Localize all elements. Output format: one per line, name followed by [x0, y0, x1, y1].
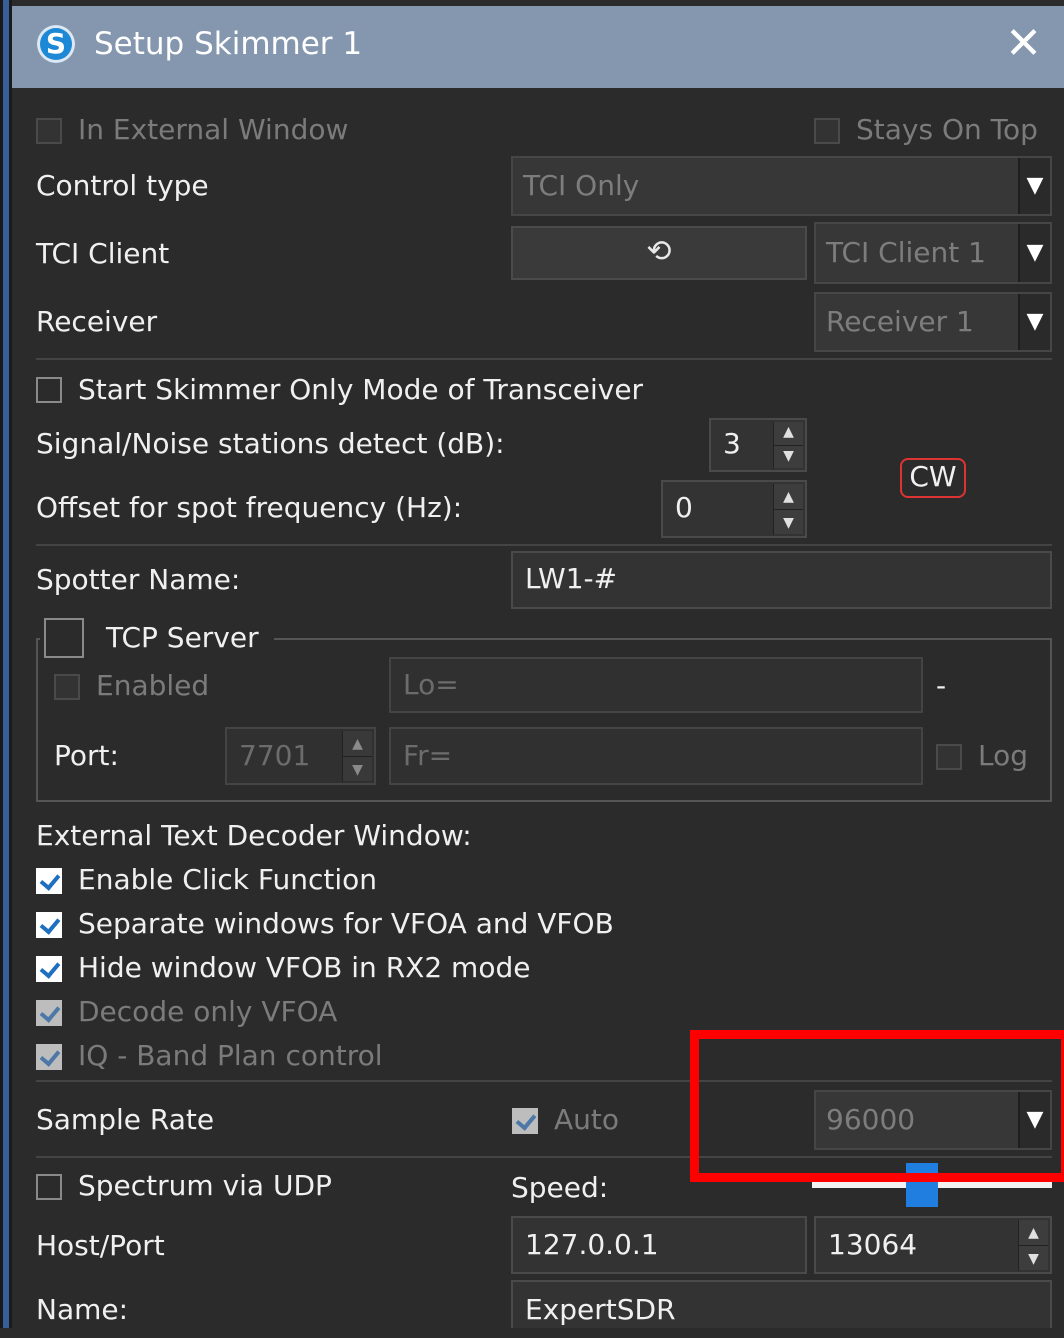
spin-up-icon[interactable]: ▲ — [773, 484, 803, 509]
desktop-strip — [3, 0, 9, 1328]
spin-down-icon[interactable]: ▼ — [1018, 1245, 1048, 1271]
receiver-value: Receiver 1 — [826, 305, 974, 338]
sample-rate-auto-label: Auto — [554, 1103, 620, 1136]
receiver-label: Receiver — [36, 305, 158, 338]
hide-vfob-label: Hide window VFOB in RX2 mode — [78, 951, 531, 984]
lo-filter-value: Lo= — [403, 668, 459, 701]
in-external-window-checkbox[interactable] — [36, 118, 62, 144]
lo-filter-input[interactable]: Lo= — [389, 657, 923, 713]
udp-host-input[interactable]: 127.0.0.1 — [511, 1216, 807, 1274]
snr-value: 3 — [723, 427, 741, 460]
udp-port-value: 13064 — [828, 1228, 918, 1261]
tcp-port-spinbox[interactable]: 7701 ▲ ▼ — [225, 727, 376, 785]
sample-rate-label: Sample Rate — [36, 1103, 215, 1136]
fr-filter-input[interactable]: Fr= — [389, 727, 923, 785]
host-port-label: Host/Port — [36, 1229, 165, 1262]
receiver-select[interactable]: Receiver 1 ▼ — [814, 292, 1052, 352]
chevron-down-icon: ▼ — [1018, 294, 1050, 350]
decode-only-vfoa-label: Decode only VFOA — [78, 995, 338, 1028]
snr-spinbox[interactable]: 3 ▲ ▼ — [709, 418, 807, 472]
control-type-value: TCI Only — [523, 169, 640, 202]
decoder-heading: External Text Decoder Window: — [36, 819, 472, 852]
tci-client-label: TCI Client — [36, 237, 170, 270]
chevron-down-icon: ▼ — [1018, 158, 1050, 214]
tcp-port-value: 7701 — [239, 739, 311, 772]
window-title: Setup Skimmer 1 — [94, 26, 363, 62]
iq-band-plan-checkbox[interactable] — [36, 1044, 62, 1070]
spotter-name-label: Spotter Name: — [36, 563, 241, 596]
stays-on-top-checkbox[interactable] — [814, 118, 840, 144]
offset-label: Offset for spot frequency (Hz): — [36, 491, 463, 524]
offset-spinbox[interactable]: 0 ▲ ▼ — [661, 480, 807, 538]
spotter-name-value: LW1-# — [525, 562, 618, 595]
tcp-server-label: TCP Server — [106, 621, 259, 654]
tcp-log-label: Log — [978, 739, 1029, 772]
spectrum-udp-label: Spectrum via UDP — [78, 1169, 332, 1202]
hide-vfob-checkbox[interactable] — [36, 956, 62, 982]
tci-client-value: TCI Client 1 — [826, 236, 986, 269]
refresh-icon: ⟲ — [646, 234, 672, 269]
snr-label: Signal/Noise stations detect (dB): — [36, 427, 505, 460]
control-type-select[interactable]: TCI Only ▼ — [511, 156, 1052, 216]
snr-spin-buttons[interactable]: ▲ ▼ — [773, 422, 803, 469]
close-icon[interactable]: ✕ — [1005, 18, 1042, 70]
start-skimmer-only-label: Start Skimmer Only Mode of Transceiver — [78, 373, 644, 406]
in-external-window-label: In External Window — [78, 113, 349, 146]
highlight-box — [690, 1030, 1064, 1182]
separate-windows-label: Separate windows for VFOA and VFOB — [78, 907, 614, 940]
speed-label: Speed: — [511, 1171, 609, 1204]
enable-click-checkbox[interactable] — [36, 868, 62, 894]
tci-refresh-button[interactable]: ⟲ — [511, 226, 807, 280]
udp-port-spinbox[interactable]: 13064 ▲ ▼ — [814, 1216, 1052, 1274]
udp-name-input[interactable]: ExpertSDR — [511, 1280, 1052, 1328]
spotter-name-input[interactable]: LW1-# — [511, 551, 1052, 609]
iq-band-plan-label: IQ - Band Plan control — [78, 1039, 383, 1072]
spectrum-udp-checkbox[interactable] — [36, 1174, 62, 1200]
decode-only-vfoa-checkbox[interactable] — [36, 1000, 62, 1026]
name-label: Name: — [36, 1293, 129, 1326]
window-left-edge — [0, 0, 12, 1328]
range-dash: - — [936, 669, 947, 702]
spin-up-icon[interactable]: ▲ — [1018, 1220, 1048, 1245]
tcp-enabled-checkbox[interactable] — [54, 674, 80, 700]
tcp-server-checkbox[interactable] — [44, 618, 84, 658]
stays-on-top-label: Stays On Top — [856, 113, 1038, 146]
start-skimmer-only-checkbox[interactable] — [36, 377, 62, 403]
sunsdr-logo-icon: S — [37, 25, 75, 63]
spin-down-icon[interactable]: ▼ — [773, 509, 803, 535]
tcp-enabled-label: Enabled — [96, 669, 210, 702]
spin-up-icon[interactable]: ▲ — [773, 422, 803, 445]
separate-windows-checkbox[interactable] — [36, 912, 62, 938]
offset-value: 0 — [675, 491, 693, 524]
control-type-label: Control type — [36, 169, 209, 202]
udp-name-value: ExpertSDR — [525, 1293, 676, 1326]
spin-down-icon[interactable]: ▼ — [773, 445, 803, 469]
spin-up-icon[interactable]: ▲ — [342, 731, 372, 756]
udp-port-spin-buttons[interactable]: ▲ ▼ — [1018, 1220, 1048, 1271]
tcp-port-spin-buttons[interactable]: ▲ ▼ — [342, 731, 372, 782]
fr-filter-value: Fr= — [403, 739, 453, 772]
enable-click-label: Enable Click Function — [78, 863, 377, 896]
title-bar: S Setup Skimmer 1 ✕ — [12, 6, 1064, 88]
tcp-log-checkbox[interactable] — [936, 744, 962, 770]
sample-rate-auto-checkbox[interactable] — [512, 1108, 538, 1134]
mode-badge: CW — [900, 458, 966, 498]
tci-client-select[interactable]: TCI Client 1 ▼ — [814, 222, 1052, 284]
divider — [36, 544, 1052, 546]
udp-host-value: 127.0.0.1 — [525, 1228, 659, 1261]
divider — [36, 358, 1052, 360]
tcp-port-label: Port: — [54, 739, 119, 772]
offset-spin-buttons[interactable]: ▲ ▼ — [773, 484, 803, 535]
chevron-down-icon: ▼ — [1018, 224, 1050, 282]
spin-down-icon[interactable]: ▼ — [342, 756, 372, 782]
